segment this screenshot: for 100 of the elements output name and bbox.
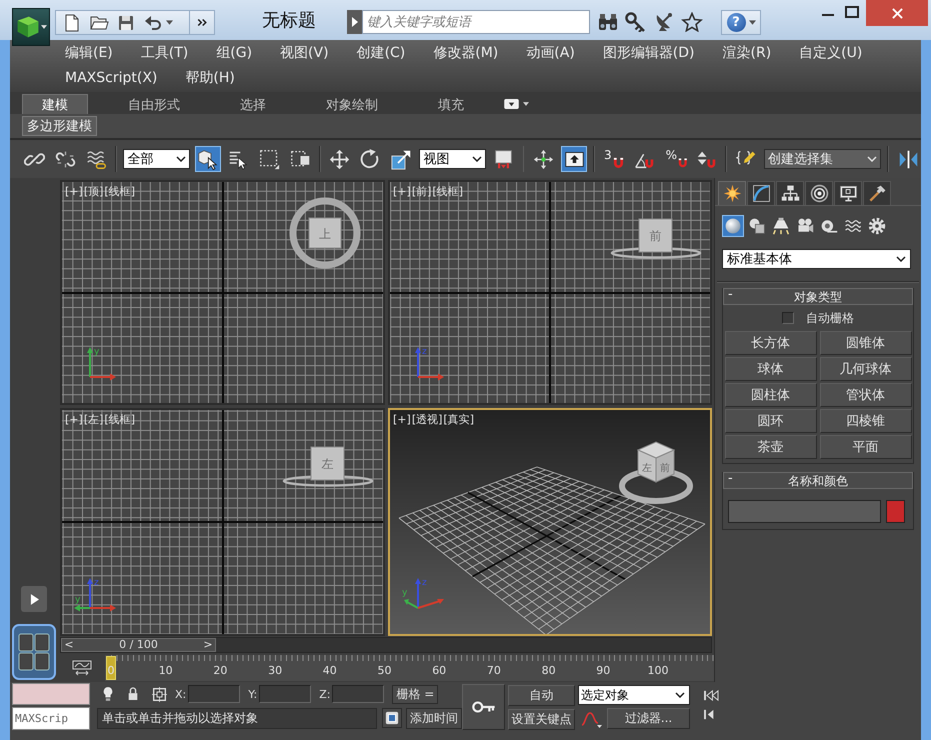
search-field[interactable]: 键入关键字或短语 bbox=[362, 10, 590, 34]
command-panel-tab[interactable] bbox=[776, 181, 804, 205]
ribbon-tab[interactable]: 对象绘制 bbox=[306, 94, 398, 114]
viewport-label-menu[interactable]: [真实] bbox=[443, 413, 474, 426]
command-panel-tab[interactable] bbox=[718, 181, 746, 205]
command-panel-tab[interactable] bbox=[805, 181, 833, 205]
menu-item[interactable]: 图形编辑器(D) bbox=[602, 41, 695, 66]
time-tag-button[interactable]: 添加时间 bbox=[406, 708, 462, 728]
ribbon-tab[interactable]: 选择 bbox=[220, 94, 286, 114]
object-type-button[interactable]: 几何球体 bbox=[820, 357, 912, 381]
object-type-button[interactable]: 圆柱体 bbox=[724, 383, 816, 407]
command-panel-tab[interactable] bbox=[863, 181, 891, 205]
viewport-label-menu[interactable]: [透视] bbox=[412, 413, 442, 426]
star-icon[interactable] bbox=[681, 12, 703, 32]
next-frame-button[interactable]: > bbox=[202, 639, 213, 651]
viewport-label-menu[interactable]: [线框] bbox=[432, 185, 463, 198]
menu-item[interactable]: MAXScript(X) bbox=[65, 66, 158, 91]
shortcut-override-button[interactable] bbox=[561, 146, 588, 172]
key-button[interactable] bbox=[462, 684, 505, 730]
object-type-button[interactable]: 圆环 bbox=[724, 409, 816, 433]
viewport-label-menu[interactable]: [+] bbox=[65, 413, 83, 426]
rollout-header[interactable]: - 名称和颜色 bbox=[723, 472, 913, 489]
time-slider-thumb[interactable]: < 0 / 100 > bbox=[61, 638, 216, 652]
object-type-button[interactable]: 四棱锥 bbox=[820, 409, 912, 433]
toolbar-dropdown[interactable]: 全部 bbox=[123, 149, 190, 169]
viewport-label-menu[interactable]: [顶] bbox=[84, 185, 104, 198]
auto-key-button[interactable]: 自动 bbox=[508, 685, 575, 706]
viewport[interactable]: [+][左][线框] 左 z y bbox=[60, 408, 385, 636]
set-key-button[interactable]: 设置关键点 bbox=[508, 709, 575, 730]
coordinate-field[interactable] bbox=[332, 685, 384, 703]
object-type-button[interactable]: 平面 bbox=[820, 435, 912, 459]
menu-item[interactable]: 帮助(H) bbox=[185, 66, 235, 91]
color-swatch-icon[interactable] bbox=[886, 500, 905, 523]
viewport-label-menu[interactable]: [左] bbox=[84, 413, 104, 426]
key-filters-button[interactable]: 过滤器... bbox=[607, 708, 690, 729]
key-mode-dropdown[interactable]: 选定对象 bbox=[578, 685, 690, 705]
panel-expand-button[interactable] bbox=[21, 586, 47, 612]
track-bar[interactable]: 0 10 20 30 40 50 60 70 80 90 100 bbox=[105, 655, 714, 681]
snap-toggle-button[interactable]: 3 bbox=[601, 146, 627, 172]
menu-item[interactable]: 渲染(R) bbox=[722, 41, 772, 66]
command-panel-tab[interactable] bbox=[747, 181, 775, 205]
menu-item[interactable]: 视图(V) bbox=[280, 41, 329, 66]
menu-item[interactable]: 自定义(U) bbox=[799, 41, 862, 66]
viewport-label-menu[interactable]: [+] bbox=[65, 185, 83, 198]
object-category-dropdown[interactable]: 标准基本体 bbox=[722, 249, 911, 269]
viewport[interactable]: [+][前][线框] 前 z bbox=[388, 180, 712, 405]
toolbar-dropdown[interactable]: 视图 bbox=[419, 149, 486, 169]
viewport-label-menu[interactable]: [+] bbox=[393, 413, 411, 426]
object-type-button[interactable]: 球体 bbox=[724, 357, 816, 381]
percent-snap-button[interactable]: % bbox=[662, 146, 689, 172]
command-panel-tab[interactable] bbox=[834, 181, 862, 205]
ribbon-tab[interactable]: 填充 bbox=[418, 94, 484, 114]
object-type-button[interactable]: 茶壶 bbox=[724, 435, 816, 459]
menu-item[interactable]: 创建(C) bbox=[356, 41, 406, 66]
checkbox[interactable] bbox=[782, 312, 794, 324]
ribbon-tab[interactable]: 自由形式 bbox=[108, 94, 200, 114]
caret-icon[interactable] bbox=[166, 20, 173, 25]
listener-output-field[interactable] bbox=[12, 683, 90, 705]
four-panes-icon[interactable] bbox=[12, 624, 56, 680]
menu-item[interactable]: 工具(T) bbox=[140, 41, 188, 66]
object-type-button[interactable]: 长方体 bbox=[724, 331, 816, 355]
menu-item[interactable]: 修改器(M) bbox=[433, 41, 498, 66]
toolbar-dropdown[interactable]: 创建选择集 bbox=[764, 149, 882, 169]
key-icon[interactable] bbox=[625, 12, 647, 32]
object-type-button[interactable]: 管状体 bbox=[820, 383, 912, 407]
category-button[interactable] bbox=[770, 215, 792, 237]
isolate-button[interactable] bbox=[382, 708, 402, 728]
collapse-toggle[interactable]: - bbox=[728, 471, 733, 486]
close-button[interactable] bbox=[866, 0, 928, 26]
menu-item[interactable]: 动画(A) bbox=[526, 41, 575, 66]
viewport-label-menu[interactable]: [线框] bbox=[104, 185, 135, 198]
lightbulb-icon[interactable] bbox=[102, 686, 114, 702]
viewport[interactable]: [+][顶][线框] 上 y bbox=[60, 180, 385, 405]
go-to-start-icon[interactable] bbox=[703, 689, 720, 702]
category-button[interactable] bbox=[866, 215, 888, 237]
time-marker[interactable] bbox=[106, 656, 116, 680]
object-type-button[interactable]: 圆锥体 bbox=[820, 331, 912, 355]
binoculars-icon[interactable] bbox=[597, 12, 619, 32]
ribbon-tab[interactable]: 建模 bbox=[22, 94, 88, 114]
coordinate-field[interactable] bbox=[188, 685, 240, 703]
lock-icon[interactable] bbox=[127, 686, 139, 702]
viewport[interactable]: [+][透视][真实] 左 前 z y bbox=[388, 408, 712, 636]
object-name-field[interactable] bbox=[728, 500, 881, 523]
search-toggle-button[interactable] bbox=[347, 10, 362, 34]
rollout-header[interactable]: - 对象类型 bbox=[723, 288, 913, 305]
menu-item[interactable]: 编辑(E) bbox=[65, 41, 113, 66]
help-button[interactable]: ? bbox=[721, 10, 761, 35]
viewport-label-menu[interactable]: [前] bbox=[412, 185, 432, 198]
listener-input-field[interactable]: MAXScrip bbox=[12, 707, 90, 730]
viewport-label-menu[interactable]: [线框] bbox=[104, 413, 135, 426]
crosshair-square-icon[interactable] bbox=[152, 686, 167, 702]
time-slider-track[interactable]: < 0 / 100 > bbox=[60, 637, 712, 653]
menu-item[interactable]: 组(G) bbox=[216, 41, 252, 66]
previous-frame-button[interactable]: < bbox=[64, 639, 74, 651]
collapse-toggle[interactable]: - bbox=[728, 287, 733, 302]
category-button[interactable] bbox=[722, 215, 744, 237]
curve-box-icon[interactable] bbox=[72, 660, 92, 676]
viewport-label-menu[interactable]: [+] bbox=[393, 185, 411, 198]
select-object-button[interactable] bbox=[194, 146, 221, 172]
application-menu-button[interactable] bbox=[12, 8, 50, 46]
